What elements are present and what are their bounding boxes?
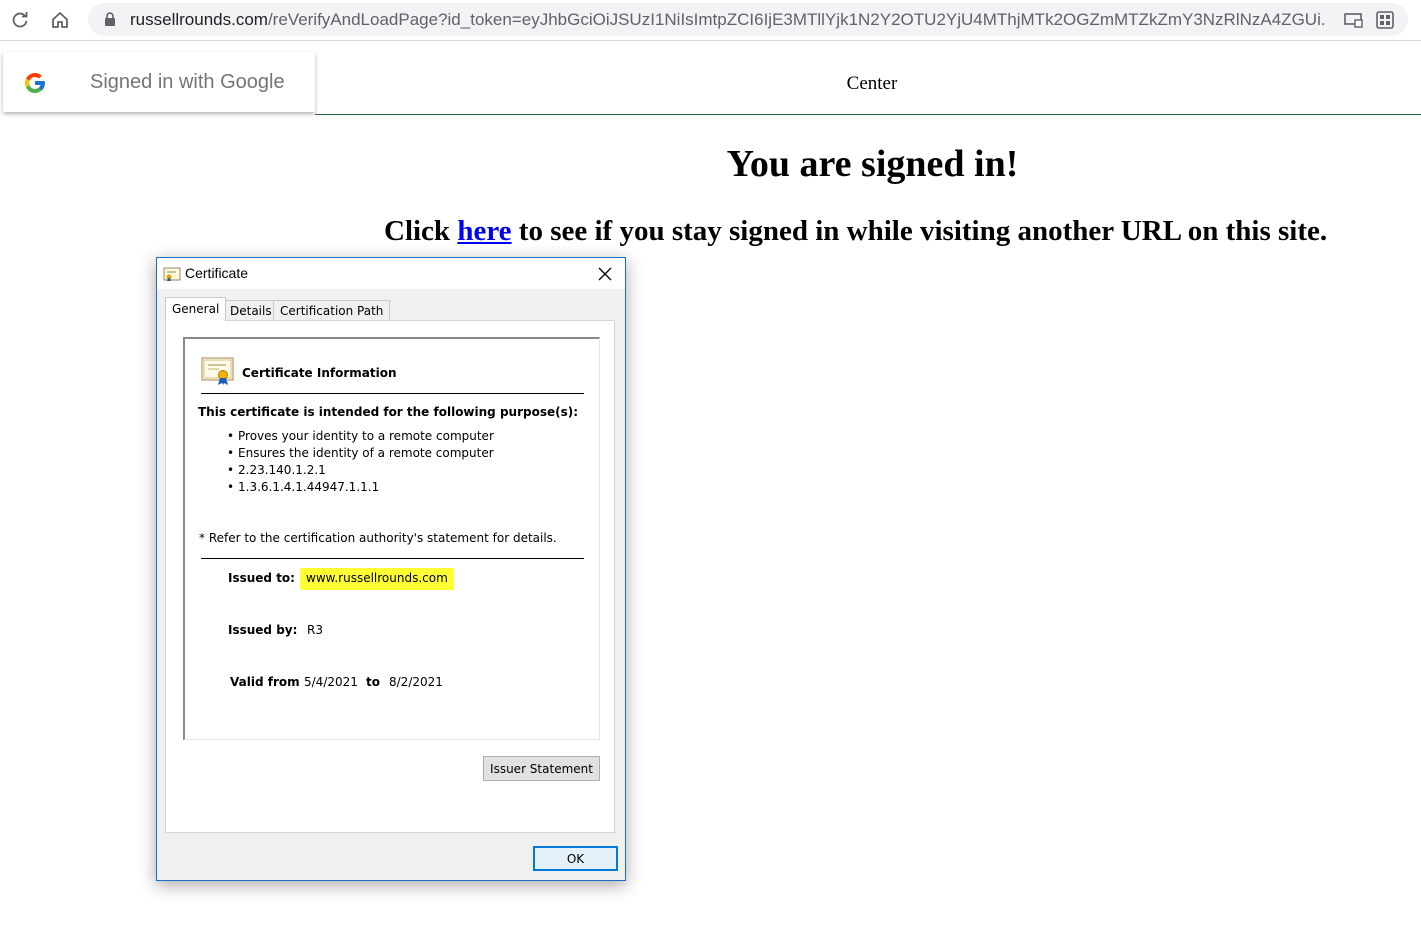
certificate-info-box: Certificate Information This certificate… bbox=[183, 337, 600, 740]
issued-by-label: Issued by: bbox=[228, 623, 298, 637]
google-signin-badge[interactable]: Signed in with Google bbox=[3, 52, 315, 112]
list-item: Ensures the identity of a remote compute… bbox=[227, 445, 494, 462]
list-item: 1.3.6.1.4.1.44947.1.1.1 bbox=[227, 479, 494, 496]
dialog-title: Certificate bbox=[185, 265, 249, 281]
dialog-titlebar[interactable]: Certificate bbox=[157, 258, 625, 289]
general-tab-panel: Certificate Information This certificate… bbox=[165, 320, 615, 833]
tab-certification-path[interactable]: Certification Path bbox=[273, 300, 391, 321]
tab-general[interactable]: General bbox=[165, 297, 227, 321]
issuer-statement-button[interactable]: Issuer Statement bbox=[483, 756, 600, 781]
browser-toolbar: russellrounds.com/reVerifyAndLoadPage?id… bbox=[0, 0, 1421, 41]
info-heading: Certificate Information bbox=[242, 366, 397, 380]
url-text[interactable]: russellrounds.com/reVerifyAndLoadPage?id… bbox=[130, 10, 1325, 30]
tab-details[interactable]: Details bbox=[223, 300, 279, 321]
center-label: Center bbox=[846, 73, 898, 94]
ok-button[interactable]: OK bbox=[533, 846, 618, 871]
close-icon[interactable] bbox=[593, 262, 617, 286]
issued-to-value[interactable]: www.russellrounds.com bbox=[300, 568, 454, 590]
divider bbox=[201, 393, 584, 394]
purpose-list: Proves your identity to a remote compute… bbox=[227, 428, 494, 496]
reload-icon[interactable] bbox=[8, 8, 32, 32]
valid-from-value[interactable]: 5/4/2021 bbox=[304, 675, 358, 689]
extensions-icon[interactable] bbox=[1374, 9, 1396, 31]
here-link[interactable]: here bbox=[457, 215, 511, 247]
refer-note: * Refer to the certification authority's… bbox=[199, 531, 557, 545]
page-title: You are signed in! bbox=[726, 143, 1019, 185]
header-divider bbox=[315, 114, 1421, 115]
certificate-dialog: Certificate General Details Certificatio… bbox=[156, 257, 626, 881]
lock-icon[interactable] bbox=[104, 12, 116, 31]
list-item: 2.23.140.1.2.1 bbox=[227, 462, 494, 479]
issued-by-value[interactable]: R3 bbox=[307, 623, 323, 637]
cast-icon[interactable] bbox=[1342, 9, 1364, 31]
certificate-icon bbox=[163, 266, 181, 286]
valid-to-value[interactable]: 8/2/2021 bbox=[389, 675, 443, 689]
signin-badge-label: Signed in with Google bbox=[90, 71, 285, 93]
issued-to-label: Issued to: bbox=[228, 571, 295, 585]
subline-text: Click here to see if you stay signed in … bbox=[384, 215, 1328, 247]
valid-to-label: to bbox=[366, 675, 380, 689]
list-item: Proves your identity to a remote compute… bbox=[227, 428, 494, 445]
purpose-heading: This certificate is intended for the fol… bbox=[198, 405, 579, 419]
divider bbox=[201, 558, 584, 559]
address-bar[interactable]: russellrounds.com/reVerifyAndLoadPage?id… bbox=[88, 3, 1408, 36]
certificate-icon bbox=[201, 357, 234, 390]
valid-from-label: Valid from bbox=[230, 675, 300, 689]
home-icon[interactable] bbox=[48, 8, 72, 32]
google-logo-icon bbox=[23, 71, 47, 100]
